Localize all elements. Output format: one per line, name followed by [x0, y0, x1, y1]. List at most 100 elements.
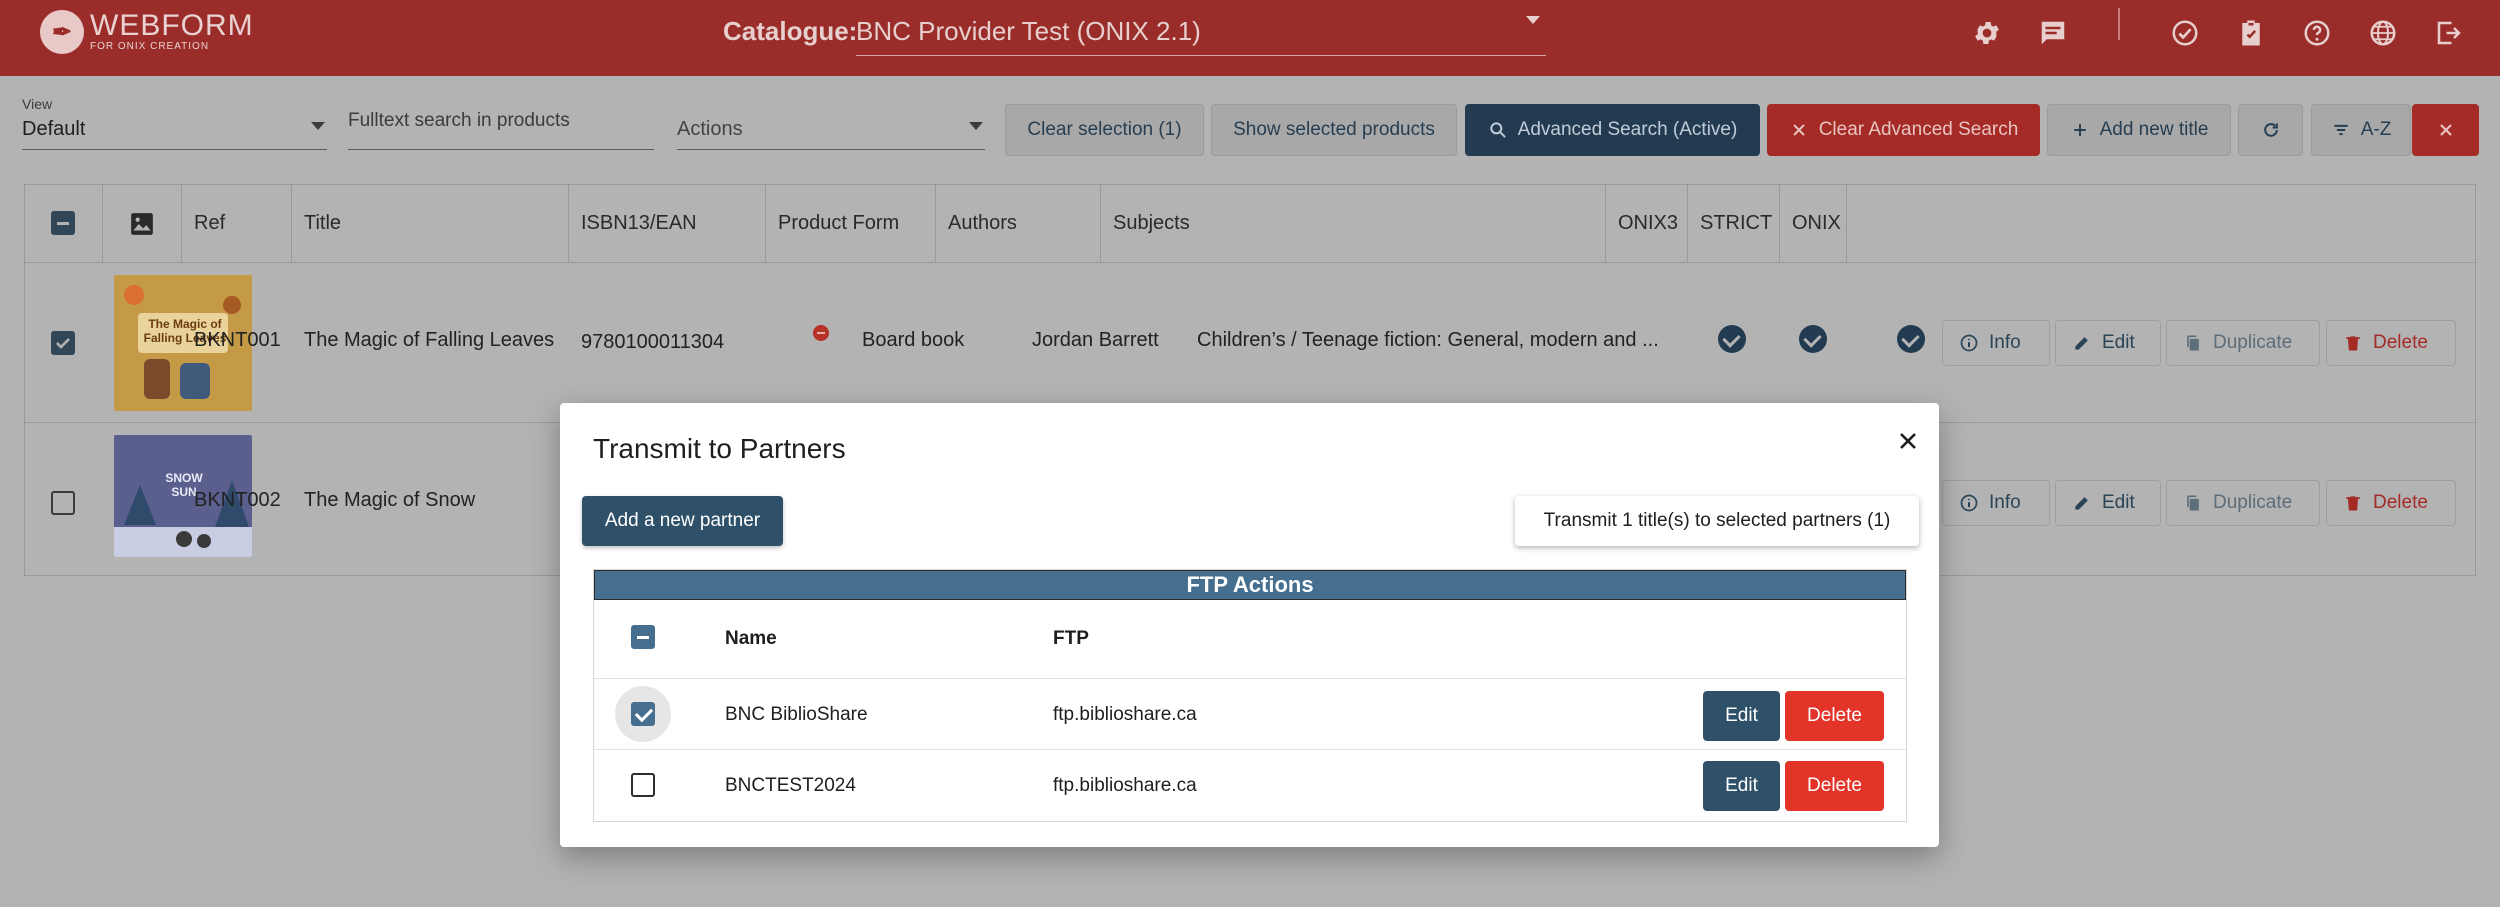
partner-checkbox[interactable] [631, 702, 655, 726]
header-cover-cell [103, 185, 182, 263]
check-circle-icon[interactable] [2170, 18, 2200, 48]
clipboard-check-icon[interactable] [2236, 18, 2266, 48]
pencil-icon [2075, 497, 2088, 510]
column-title[interactable]: Title [292, 185, 569, 263]
globe-icon[interactable] [2368, 18, 2398, 48]
delete-button[interactable]: Delete [2326, 320, 2456, 366]
clear-advanced-search-button[interactable]: Clear Advanced Search [1767, 104, 2040, 156]
row-title: The Magic of Snow [304, 489, 476, 511]
column-onix3[interactable]: ONIX3 [1606, 185, 1688, 263]
transmit-modal: Transmit to Partners Add a new partner T… [560, 403, 1939, 847]
view-label: View [22, 96, 53, 112]
header-select-cell [25, 185, 103, 263]
onix-valid-icon [1897, 325, 1925, 353]
info-button[interactable]: Info [1942, 320, 2050, 366]
row-authors: Jordan Barrett [1032, 329, 1159, 351]
table-row: The Magic of Falling Leaves BKNT001 The … [25, 263, 2475, 423]
row-product-form: Board book [862, 329, 965, 351]
add-partner-button[interactable]: Add a new partner [582, 496, 783, 546]
search-icon [1489, 122, 1506, 138]
row-checkbox[interactable] [51, 491, 75, 515]
catalogue-value: BNC Provider Test (ONIX 2.1) [856, 16, 1201, 46]
check-icon [56, 338, 70, 349]
column-ftp: FTP [1053, 628, 1089, 649]
catalogue-select[interactable]: BNC Provider Test (ONIX 2.1) [856, 12, 1546, 56]
ftp-actions-header: FTP Actions [594, 570, 1906, 600]
partner-delete-button[interactable]: Delete [1785, 761, 1884, 811]
column-product-form[interactable]: Product Form [766, 185, 936, 263]
column-strict[interactable]: STRICT [1688, 185, 1780, 263]
info-icon [1960, 334, 1978, 352]
column-actions [1847, 185, 2475, 263]
row-checkbox[interactable] [51, 331, 75, 355]
partner-edit-button[interactable]: Edit [1703, 761, 1780, 811]
delete-button[interactable]: Delete [2326, 480, 2456, 526]
close-button[interactable] [2412, 104, 2479, 156]
plus-icon [2073, 124, 2086, 136]
copy-icon [2187, 495, 2199, 511]
clear-selection-button[interactable]: Clear selection (1) [1005, 104, 1204, 156]
close-icon [2439, 124, 2452, 136]
partner-ftp: ftp.biblioshare.ca [1053, 775, 1197, 796]
logout-icon[interactable] [2434, 18, 2464, 48]
strict-valid-icon [1799, 325, 1827, 353]
onix3-valid-icon [1718, 325, 1746, 353]
transmit-button[interactable]: Transmit 1 title(s) to selected partners… [1515, 496, 1919, 546]
duplicate-button[interactable]: Duplicate [2166, 480, 2320, 526]
actions-placeholder: Actions [677, 118, 743, 140]
pencil-icon [2075, 337, 2088, 350]
row-title: The Magic of Falling Leaves [304, 329, 555, 351]
warning-badge-icon [813, 325, 829, 341]
fulltext-search-input[interactable]: Fulltext search in products [348, 108, 654, 150]
column-isbn[interactable]: ISBN13/EAN [569, 185, 766, 263]
add-new-title-button[interactable]: Add new title [2047, 104, 2231, 156]
partner-edit-button[interactable]: Edit [1703, 691, 1780, 741]
row-ref: BKNT001 [194, 329, 281, 351]
select-all-checkbox[interactable] [51, 211, 75, 235]
sort-button[interactable]: A-Z [2311, 104, 2411, 156]
partner-name: BNC BiblioShare [725, 704, 868, 725]
column-onix[interactable]: ONIX [1780, 185, 1847, 263]
advanced-search-button[interactable]: Advanced Search (Active) [1465, 104, 1760, 156]
gear-icon[interactable] [1972, 18, 2002, 48]
app-logo[interactable]: ✒ WEBFORM FOR ONIX CREATION [40, 10, 254, 54]
edit-button[interactable]: Edit [2055, 480, 2161, 526]
header-divider [2118, 8, 2120, 40]
column-subjects[interactable]: Subjects [1101, 185, 1606, 263]
edit-button[interactable]: Edit [2055, 320, 2161, 366]
row-isbn: 9780100011304 [581, 331, 725, 353]
view-select[interactable]: Default [22, 116, 327, 150]
help-icon[interactable] [2302, 18, 2332, 48]
actions-select[interactable]: Actions [677, 116, 985, 150]
close-icon[interactable] [1896, 429, 1920, 453]
ftp-partners-table: FTP Actions Name FTP BNC BiblioShare ftp… [593, 569, 1907, 822]
chevron-down-icon [311, 122, 325, 130]
copy-icon [2187, 335, 2199, 351]
column-ref[interactable]: Ref [182, 185, 292, 263]
show-selected-button[interactable]: Show selected products [1211, 104, 1457, 156]
info-button[interactable]: Info [1942, 480, 2050, 526]
view-value: Default [22, 118, 86, 140]
app-header: ✒ WEBFORM FOR ONIX CREATION Catalogue: B… [0, 0, 2500, 76]
partner-checkbox[interactable] [631, 773, 655, 797]
refresh-button[interactable] [2238, 104, 2303, 156]
partner-delete-button[interactable]: Delete [1785, 691, 1884, 741]
select-all-partners-checkbox[interactable] [631, 625, 655, 649]
partner-name: BNCTEST2024 [725, 775, 856, 796]
chat-icon[interactable] [2038, 18, 2068, 48]
catalogue-label: Catalogue: [723, 16, 858, 46]
search-placeholder: Fulltext search in products [348, 110, 570, 131]
refresh-icon [2263, 123, 2278, 137]
logo-title: WEBFORM [90, 9, 254, 42]
logo-subtitle: FOR ONIX CREATION [90, 41, 210, 52]
duplicate-button[interactable]: Duplicate [2166, 320, 2320, 366]
partner-ftp: ftp.biblioshare.ca [1053, 704, 1197, 725]
trash-icon [2346, 496, 2360, 511]
trash-icon [2346, 336, 2360, 351]
row-subjects: Children’s / Teenage fiction: General, m… [1197, 329, 1659, 351]
info-icon [1960, 494, 1978, 512]
chevron-down-icon [1526, 16, 1540, 24]
column-name: Name [725, 628, 777, 649]
column-authors[interactable]: Authors [936, 185, 1101, 263]
logo-mark-icon: ✒ [40, 10, 84, 54]
